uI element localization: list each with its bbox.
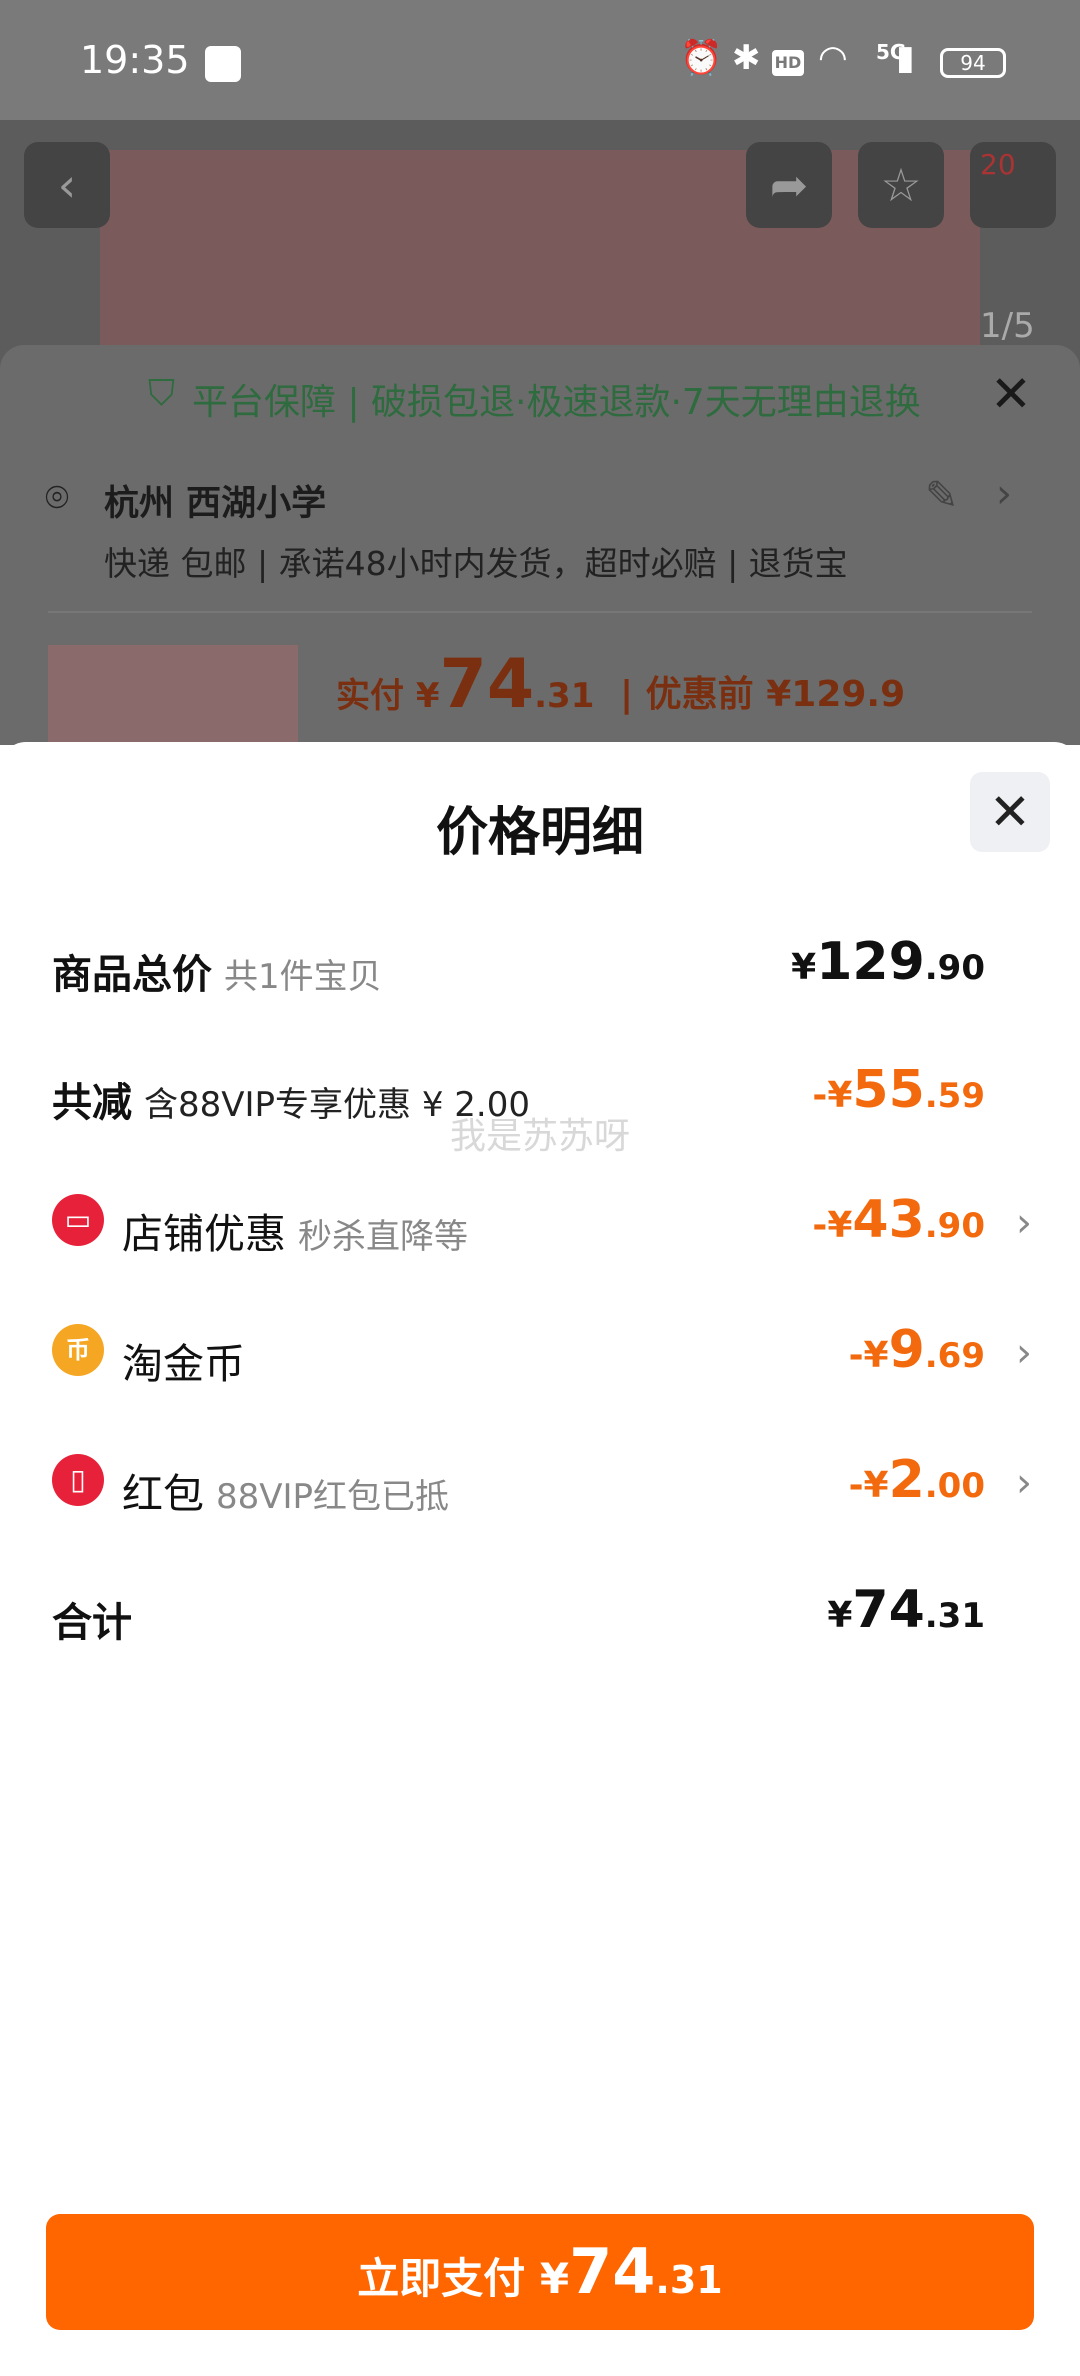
image-counter: 1/5 xyxy=(980,306,1035,346)
hd-icon: HD xyxy=(772,50,804,76)
sum-amount: ¥74.31 xyxy=(827,1580,985,1640)
row-taojinbi[interactable]: 币 淘金币 -¥9.69 › xyxy=(0,1320,1080,1430)
row-sum: 合计 ¥74.31 xyxy=(0,1580,1080,1690)
coin-icon: 币 xyxy=(52,1324,104,1376)
shield-icon: ⛉ xyxy=(148,373,176,414)
red-packet-label: 红包 88VIP红包已抵 xyxy=(122,1460,449,1520)
minus-currency: -¥ xyxy=(848,1335,889,1376)
divider xyxy=(48,611,1032,613)
amount-dec: .31 xyxy=(924,1596,985,1636)
store-icon: ▭ xyxy=(52,1194,104,1246)
amount-int: 9 xyxy=(888,1320,925,1380)
cart-count-badge: 20 xyxy=(980,148,1016,181)
shipping-address[interactable]: 杭州 西湖小学 xyxy=(104,475,326,526)
chevron-right-icon[interactable]: › xyxy=(1016,1200,1032,1246)
paid-price: 实付 ¥74.31 xyxy=(336,645,594,724)
guarantee-text: 平台保障 | 破损包退·极速退款·7天无理由退换 xyxy=(192,382,921,423)
order-sheet-background: ⛉ 平台保障 | 破损包退·极速退款·7天无理由退换 ✕ ⌾ 杭州 西湖小学 快… xyxy=(0,345,1080,745)
status-time: 19:35 xyxy=(80,38,190,82)
minus-currency: -¥ xyxy=(812,1205,853,1246)
watermark: 我是苏苏呀 xyxy=(449,1116,630,1157)
row-store-discount[interactable]: ▭ 店铺优惠 秒杀直降等 -¥43.90 › xyxy=(0,1190,1080,1300)
signal-bars-icon: ▮ xyxy=(896,38,915,78)
price-before-discount: | 优惠前 ¥129.9 xyxy=(620,674,906,715)
alarm-icon: ⏰ xyxy=(680,38,723,78)
close-icon[interactable]: ✕ xyxy=(990,365,1032,423)
pay-button-label: 立即支付 xyxy=(357,2254,526,2303)
row-total-goods: 商品总价 共1件宝贝 ¥129.90 xyxy=(0,932,1080,1042)
store-discount-amount: -¥43.90 xyxy=(812,1190,985,1250)
taojinbi-amount: -¥9.69 xyxy=(849,1320,985,1380)
red-packet-note: 88VIP红包已抵 xyxy=(216,1477,450,1517)
chevron-right-icon[interactable]: › xyxy=(1016,1330,1032,1376)
amount-int: 2 xyxy=(888,1450,925,1510)
total-goods-label: 商品总价 共1件宝贝 xyxy=(52,942,382,1000)
location-pin-icon: ⌾ xyxy=(45,475,69,521)
amount-int: 74 xyxy=(852,1580,925,1640)
sum-label: 合计 xyxy=(52,1600,132,1646)
total-goods-amount: ¥129.90 xyxy=(791,932,985,992)
wifi-icon: ◠ xyxy=(818,38,848,78)
chevron-right-icon[interactable]: › xyxy=(1016,1460,1032,1506)
amount-dec: .69 xyxy=(924,1336,985,1376)
currency-symbol: ¥ xyxy=(539,2254,570,2303)
currency-symbol: ¥ xyxy=(827,1595,853,1636)
amount-dec: .90 xyxy=(924,948,985,988)
product-thumbnail xyxy=(48,645,298,745)
status-bar: 19:35 ⏰ ✱ HD ◠ 5G ▮ 94 xyxy=(0,0,1080,120)
red-packet-amount: -¥2.00 xyxy=(849,1450,985,1510)
paid-int: 74 xyxy=(439,645,535,724)
pay-now-button[interactable]: 立即支付 ¥74.31 xyxy=(46,2214,1034,2330)
app-notification-icon xyxy=(205,46,241,82)
amount-dec: .00 xyxy=(924,1466,985,1506)
price-detail-dialog: 价格明细 ✕ 商品总价 共1件宝贝 ¥129.90 共减 含88VIP专享优惠 ¥ … xyxy=(0,742,1080,2376)
taojinbi-label: 淘金币 xyxy=(122,1340,245,1388)
shipping-info: 快递 包邮 | 承诺48小时内发货，超时必赔 | 退货宝 xyxy=(104,544,848,583)
minus-currency: -¥ xyxy=(848,1465,889,1506)
pay-amount-dec: .31 xyxy=(655,2258,723,2302)
total-goods-count: 共1件宝贝 xyxy=(224,957,382,997)
back-icon[interactable]: ‹ xyxy=(24,142,110,228)
bluetooth-icon: ✱ xyxy=(732,38,761,78)
red-packet-title: 红包 xyxy=(122,1470,204,1518)
pay-amount-int: 74 xyxy=(569,2235,656,2308)
store-discount-title: 店铺优惠 xyxy=(122,1210,286,1258)
chevron-right-icon[interactable]: › xyxy=(996,471,1012,517)
dialog-title: 价格明细 xyxy=(435,803,644,863)
store-discount-label: 店铺优惠 秒杀直降等 xyxy=(122,1200,468,1260)
paid-label: 实付 ¥ xyxy=(336,676,440,716)
favorite-star-icon[interactable]: ☆ xyxy=(858,142,944,228)
red-packet-icon: ▯ xyxy=(52,1454,104,1506)
row-red-packet[interactable]: ▯ 红包 88VIP红包已抵 -¥2.00 › xyxy=(0,1450,1080,1560)
total-goods-title: 商品总价 xyxy=(52,952,212,998)
amount-dec: .90 xyxy=(924,1206,985,1246)
share-icon[interactable]: ➦ xyxy=(746,142,832,228)
edit-icon[interactable]: ✎ xyxy=(925,473,959,519)
paid-dec: .31 xyxy=(534,676,595,716)
battery-indicator: 94 xyxy=(940,48,1006,78)
amount-int: 43 xyxy=(852,1190,925,1250)
close-button[interactable]: ✕ xyxy=(970,772,1050,852)
currency-symbol: ¥ xyxy=(791,947,817,988)
amount-int: 129 xyxy=(816,932,925,992)
store-discount-note: 秒杀直降等 xyxy=(298,1217,468,1257)
